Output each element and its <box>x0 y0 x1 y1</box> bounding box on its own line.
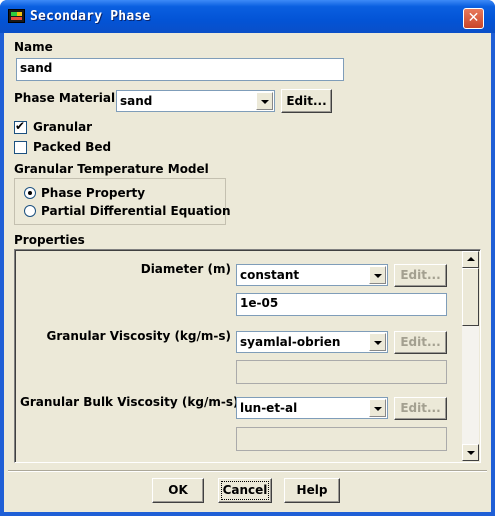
footer-divider <box>8 470 487 472</box>
partial-differential-equation-label: Partial Differential Equation <box>41 204 231 218</box>
phase-material-edit-button[interactable]: Edit... <box>281 89 332 113</box>
granular-label: Granular <box>33 120 93 134</box>
chevron-down-icon[interactable] <box>369 266 386 284</box>
granular-bulk-viscosity-edit-button[interactable]: Edit... <box>394 397 447 420</box>
properties-panel: Diameter (m) constant Edit... 1e-05 Gran… <box>14 249 481 463</box>
help-button[interactable]: Help <box>284 478 340 503</box>
partial-differential-equation-radio[interactable] <box>24 205 36 217</box>
scrollbar-thumb[interactable] <box>462 268 479 326</box>
secondary-phase-dialog: Secondary Phase ✕ Name sand Phase Materi… <box>0 0 495 516</box>
granular-checkbox[interactable] <box>14 119 27 134</box>
chevron-down-icon[interactable] <box>369 399 386 417</box>
properties-scrollbar[interactable] <box>462 251 479 461</box>
granular-bulk-viscosity-method-select[interactable]: lun-et-al <box>236 397 388 419</box>
granular-viscosity-value-field <box>236 360 447 384</box>
scroll-up-icon[interactable] <box>462 251 479 268</box>
phase-material-value: sand <box>120 94 153 108</box>
cancel-button[interactable]: Cancel <box>218 478 272 503</box>
granular-bulk-viscosity-label: Granular Bulk Viscosity (kg/m-s) <box>20 395 239 409</box>
phase-material-select[interactable]: sand <box>116 90 275 112</box>
phase-property-label: Phase Property <box>41 186 146 200</box>
name-label: Name <box>14 40 53 54</box>
diameter-edit-button[interactable]: Edit... <box>394 264 447 287</box>
granular-temperature-model-label: Granular Temperature Model <box>14 162 209 176</box>
granular-viscosity-method-select[interactable]: syamlal-obrien <box>236 331 388 353</box>
chevron-down-icon[interactable] <box>369 333 386 351</box>
scroll-down-icon[interactable] <box>462 444 479 461</box>
granular-viscosity-label: Granular Viscosity (kg/m-s) <box>46 329 232 343</box>
granular-viscosity-method-value: syamlal-obrien <box>240 335 341 349</box>
window-title: Secondary Phase <box>30 9 151 24</box>
phase-property-radio[interactable] <box>24 187 36 199</box>
diameter-method-value: constant <box>240 268 300 282</box>
phase-material-label: Phase Material <box>14 91 116 105</box>
title-bar[interactable]: Secondary Phase ✕ <box>0 0 495 33</box>
ok-button[interactable]: OK <box>152 478 204 503</box>
diameter-label: Diameter (m) <box>140 262 231 276</box>
granular-bulk-viscosity-value-field <box>236 427 447 451</box>
packed-bed-label: Packed Bed <box>33 140 112 154</box>
packed-bed-checkbox[interactable] <box>14 141 27 154</box>
granular-bulk-viscosity-method-value: lun-et-al <box>240 401 298 415</box>
diameter-method-select[interactable]: constant <box>236 264 388 286</box>
name-input[interactable]: sand <box>16 58 344 81</box>
properties-label: Properties <box>14 233 85 247</box>
chevron-down-icon[interactable] <box>256 92 273 110</box>
close-button[interactable]: ✕ <box>463 8 484 29</box>
diameter-value-input[interactable]: 1e-05 <box>236 293 447 316</box>
granular-viscosity-edit-button[interactable]: Edit... <box>394 331 447 354</box>
close-icon: ✕ <box>467 10 480 26</box>
dialog-body: Name sand Phase Material sand Edit... Gr… <box>4 33 491 512</box>
app-icon <box>8 9 25 23</box>
